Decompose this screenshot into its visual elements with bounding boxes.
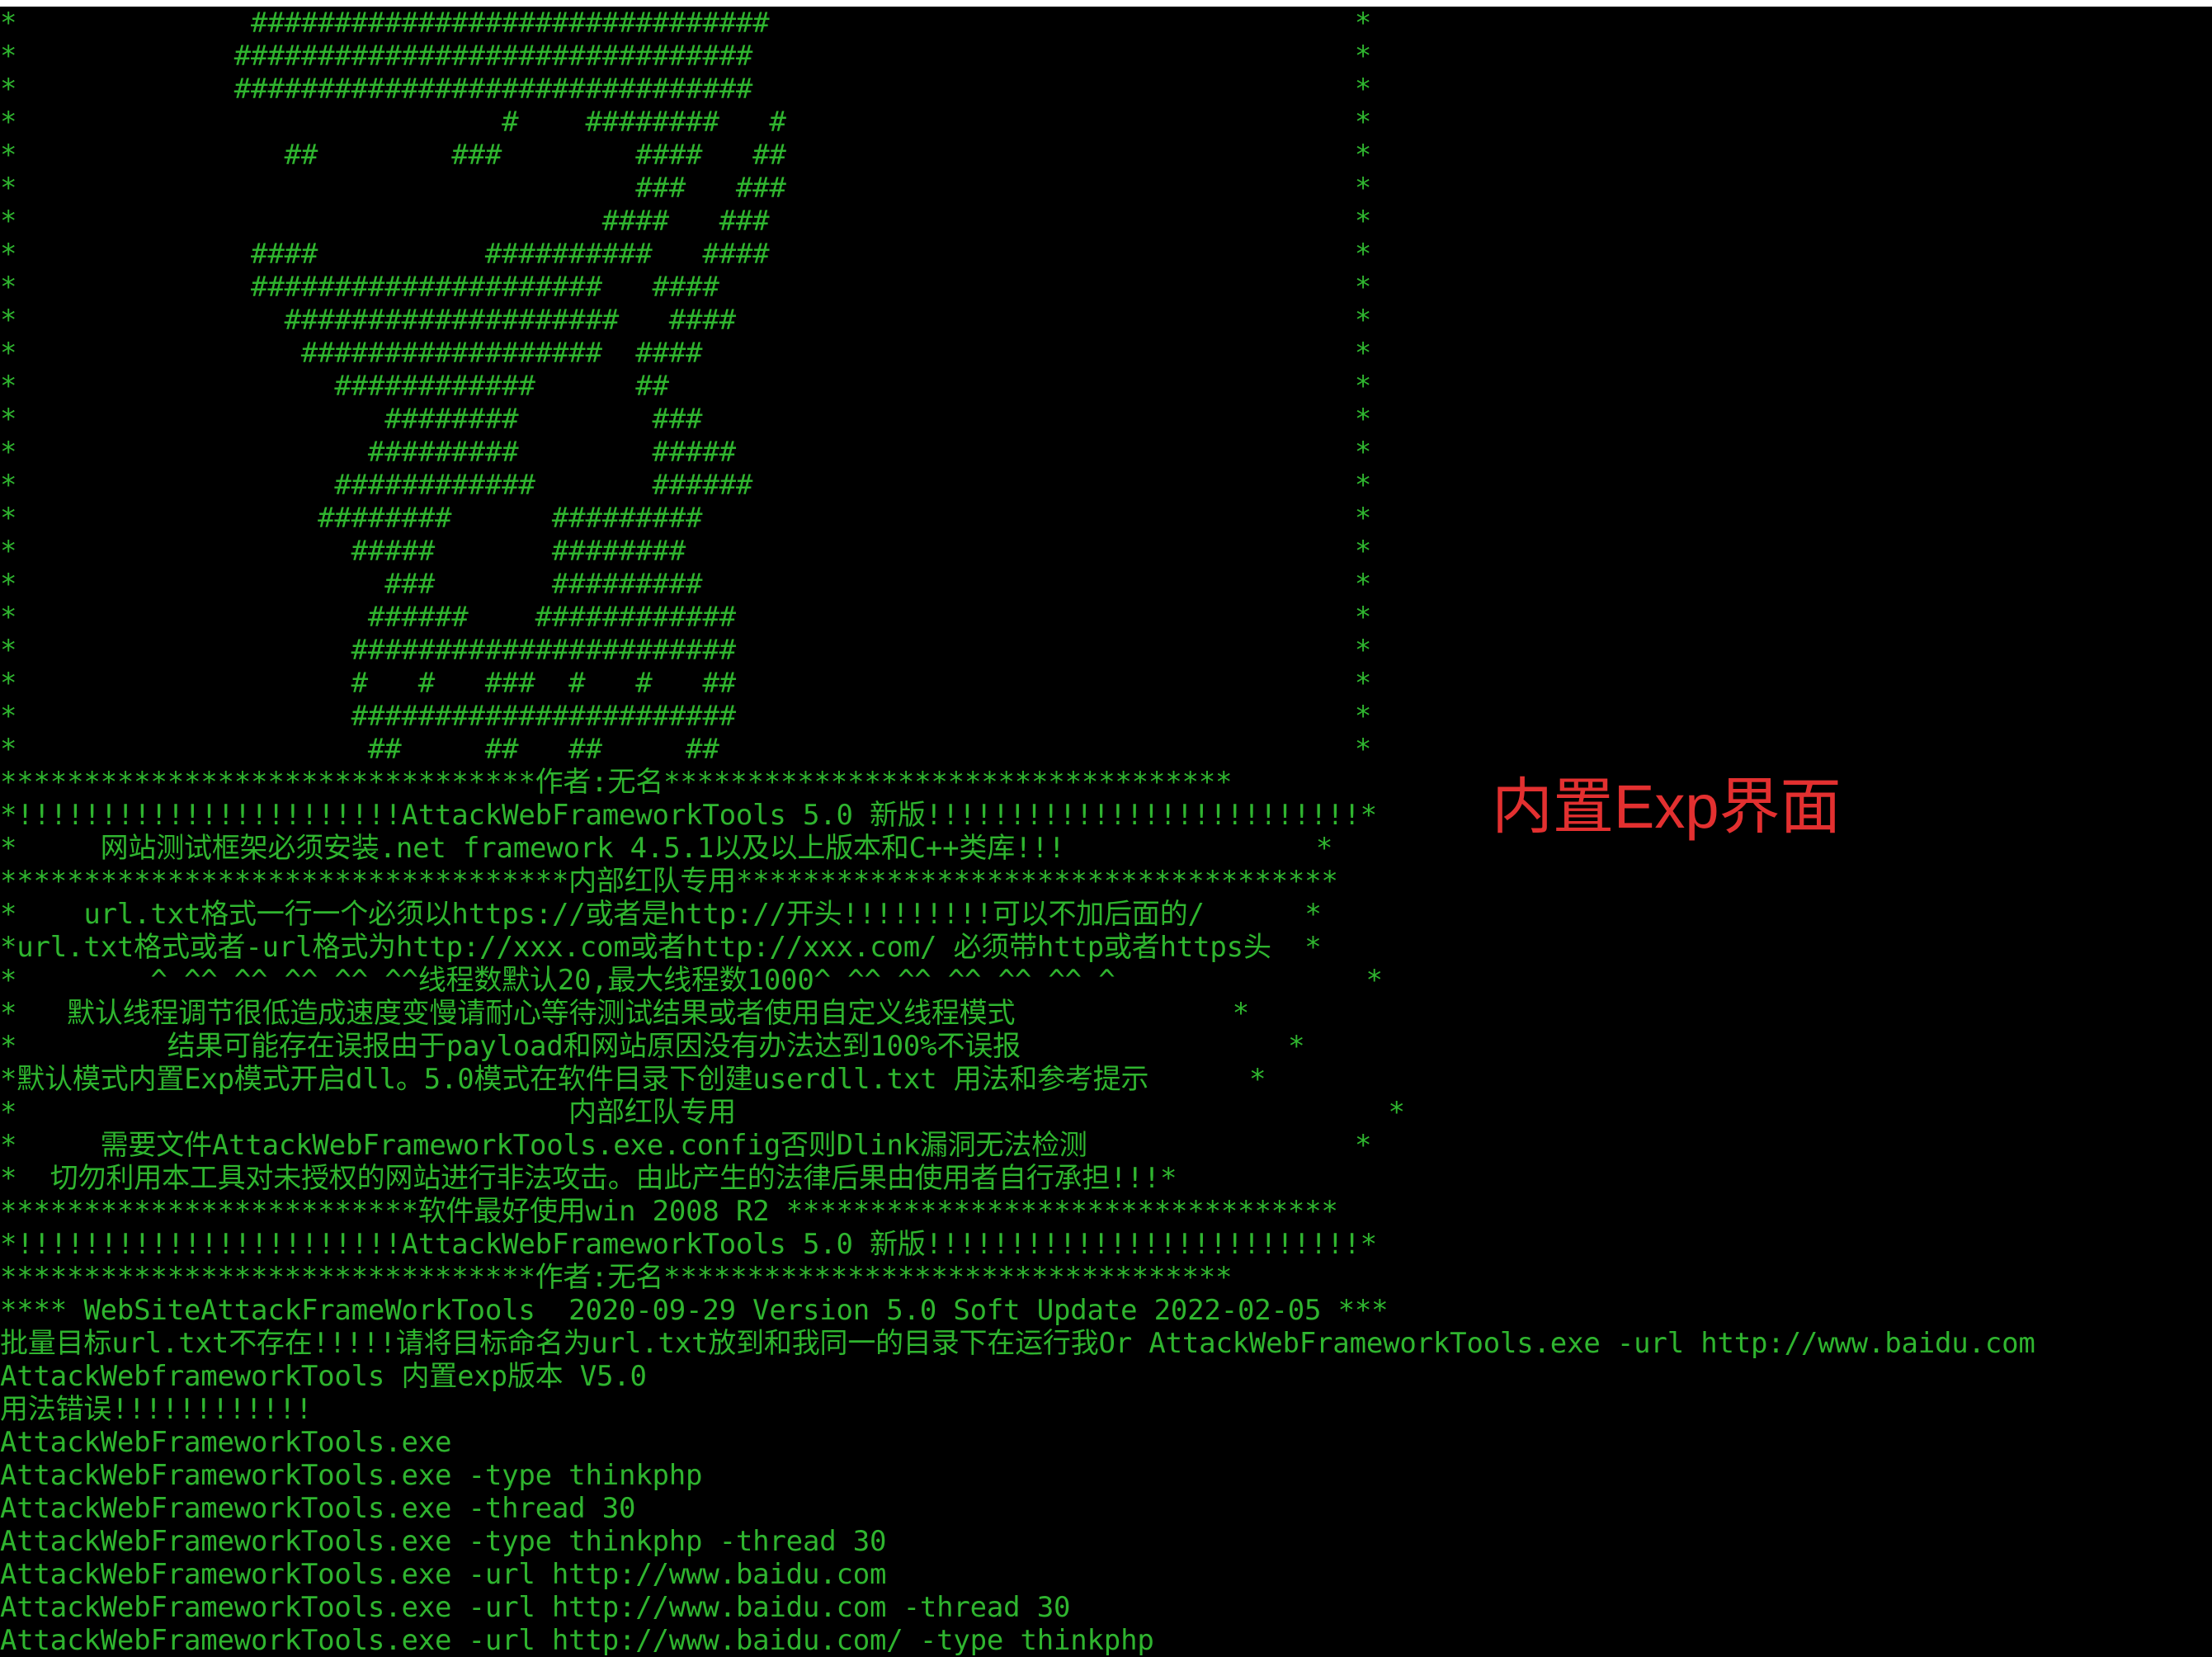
terminal-line: * #### ########## #### * <box>0 238 1372 271</box>
terminal-line: AttackWebFrameworkTools.exe -type thinkp… <box>0 1459 703 1492</box>
terminal-line: * ###### ############ * <box>0 601 1372 634</box>
terminal-line: * ############################### * <box>0 40 1372 73</box>
terminal-line: * 默认线程调节很低造成速度变慢请耐心等待测试结果或者使用自定义线程模式 * <box>0 997 1250 1030</box>
terminal-line: AttackWebFrameworkTools.exe -type thinkp… <box>0 1525 887 1558</box>
terminal-line: AttackWebFrameworkTools.exe -url http://… <box>0 1591 1071 1624</box>
terminal-line: * ######## ######### * <box>0 502 1372 535</box>
terminal-line: 用法错误!!!!!!!!!!!! <box>0 1393 313 1426</box>
window-top-edge <box>0 0 2212 7</box>
terminal-line: * ############################### * <box>0 7 1372 40</box>
terminal-line: *************************软件最好使用win 2008 … <box>0 1195 1338 1228</box>
terminal-line: *!!!!!!!!!!!!!!!!!!!!!!!AttackWebFramewo… <box>0 799 1377 832</box>
terminal-line: * ############ ###### * <box>0 469 1372 502</box>
terminal-line: * ##### ######## * <box>0 535 1372 568</box>
terminal-line: 批量目标url.txt不存在!!!!!请将目标命名为url.txt放到和我同一的… <box>0 1327 2035 1360</box>
terminal-line: * ##################### #### * <box>0 271 1372 304</box>
terminal-line: * url.txt格式一行一个必须以https://或者是http://开头!!… <box>0 898 1322 931</box>
terminal-line: *默认模式内置Exp模式开启dll。5.0模式在软件目录下创建userdll.t… <box>0 1063 1266 1096</box>
terminal-line: * ####################### * <box>0 700 1372 733</box>
terminal-line: * ####################### * <box>0 634 1372 667</box>
terminal-line: *!!!!!!!!!!!!!!!!!!!!!!!AttackWebFramewo… <box>0 1228 1377 1261</box>
terminal-line: * ## ## ## ## * <box>0 733 1372 766</box>
terminal-line: * 网站测试框架必须安装.net framework 4.5.1以及以上版本和C… <box>0 832 1333 865</box>
terminal-line: * ## ### #### ## * <box>0 139 1372 172</box>
annotation-label: 内置Exp界面 <box>1492 772 1842 841</box>
terminal-line: AttackWebFrameworkTools.exe -thread 30 <box>0 1492 636 1525</box>
terminal-line: * 结果可能存在误报由于payload和网站原因没有办法达到100%不误报 * <box>0 1030 1305 1063</box>
terminal-line: * #################### #### * <box>0 304 1372 337</box>
terminal-line: **** WebSiteAttackFrameWorkTools 2020-09… <box>0 1294 1389 1327</box>
terminal-line: * # ######## # * <box>0 106 1372 139</box>
terminal-line: *url.txt格式或者-url格式为http://xxx.com或者http:… <box>0 931 1322 964</box>
terminal-line: AttackWebframeworkTools 内置exp版本 V5.0 <box>0 1360 647 1393</box>
terminal-line: * ############################### * <box>0 73 1372 106</box>
terminal-line: * 需要文件AttackWebFrameworkTools.exe.config… <box>0 1129 1372 1162</box>
terminal-output[interactable]: * ############################### * * ###… <box>0 7 2212 1657</box>
terminal-line: * 内部红队专用 * <box>0 1096 1405 1129</box>
terminal-line: AttackWebFrameworkTools.exe -url http://… <box>0 1624 1154 1657</box>
terminal-line: AttackWebFrameworkTools.exe -url http://… <box>0 1558 887 1591</box>
terminal-line: AttackWebFrameworkTools.exe <box>0 1426 452 1459</box>
terminal-line: ********************************作者:无名***… <box>0 1261 1233 1294</box>
terminal-line: * ######### ##### * <box>0 436 1372 469</box>
terminal-line: * 切勿利用本工具对未授权的网站进行非法攻击。由此产生的法律后果由使用者自行承担… <box>0 1162 1177 1195</box>
terminal-line: * ### ######### * <box>0 568 1372 601</box>
terminal-line: * ######## ### * <box>0 403 1372 436</box>
terminal-line: ********************************作者:无名***… <box>0 766 1233 799</box>
terminal-line: * #### ### * <box>0 205 1372 238</box>
terminal-line: **********************************内部红队专用… <box>0 865 1338 898</box>
terminal-line: * ############ ## * <box>0 370 1372 403</box>
terminal-line: * ^ ^^ ^^ ^^ ^^ ^^线程数默认20,最大线程数1000^ ^^ … <box>0 964 1383 997</box>
terminal-line: * # # ### # # ## * <box>0 667 1372 700</box>
terminal-line: * ### ### * <box>0 172 1372 205</box>
terminal-line: * ################## #### * <box>0 337 1372 370</box>
